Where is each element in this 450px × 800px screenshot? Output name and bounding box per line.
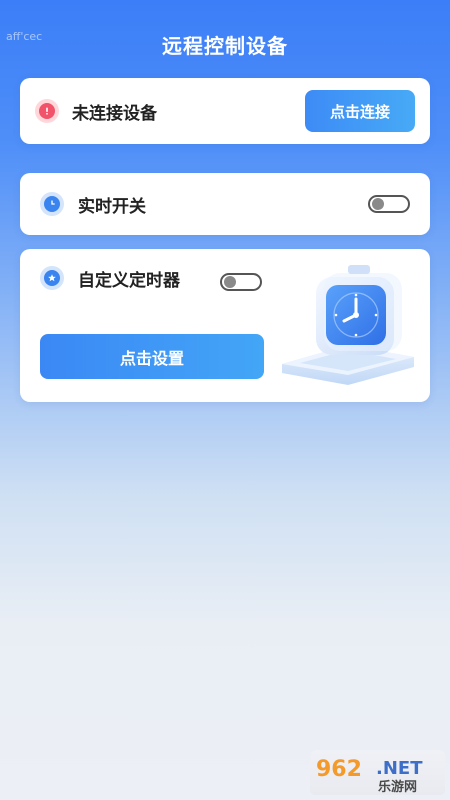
realtime-switch-card: 实时开关 bbox=[20, 173, 430, 235]
star-icon bbox=[40, 266, 64, 290]
site-logo: 962 .NET 乐游网 bbox=[310, 750, 445, 795]
clock-icon bbox=[40, 192, 64, 216]
custom-timer-card: 自定义定时器 点击设置 bbox=[20, 249, 430, 402]
logo-number: 962 bbox=[316, 757, 362, 782]
realtime-switch-toggle[interactable] bbox=[368, 195, 410, 213]
alarm-clock-illustration bbox=[282, 265, 414, 385]
setup-button[interactable]: 点击设置 bbox=[40, 334, 264, 379]
connection-status-card: 未连接设备 点击连接 bbox=[20, 78, 430, 144]
custom-timer-toggle[interactable] bbox=[220, 273, 262, 291]
connection-status-label: 未连接设备 bbox=[72, 104, 157, 124]
alert-icon bbox=[35, 99, 59, 123]
page-title: 远程控制设备 bbox=[162, 34, 288, 58]
toggle-knob bbox=[224, 276, 236, 288]
logo-suffix: .NET bbox=[376, 758, 423, 779]
connect-button[interactable]: 点击连接 bbox=[305, 90, 415, 132]
realtime-switch-label: 实时开关 bbox=[78, 197, 146, 217]
toggle-knob bbox=[372, 198, 384, 210]
logo-site-name: 乐游网 bbox=[378, 779, 417, 795]
custom-timer-label: 自定义定时器 bbox=[78, 271, 180, 291]
